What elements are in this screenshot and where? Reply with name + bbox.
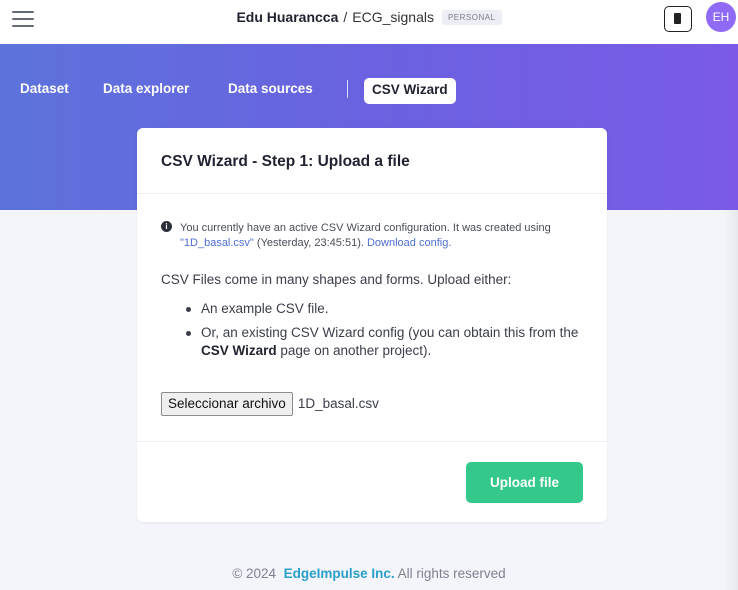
footer-copyright: © 2024 bbox=[232, 566, 277, 581]
selected-file-name: 1D_basal.csv bbox=[297, 396, 379, 411]
info-icon: i bbox=[161, 221, 172, 232]
avatar[interactable]: EH bbox=[706, 2, 736, 32]
personal-badge: PERSONAL bbox=[441, 10, 502, 25]
option-config-bold: CSV Wizard bbox=[201, 343, 277, 358]
option-example-csv: An example CSV file. bbox=[201, 301, 329, 316]
tab-data-explorer[interactable]: Data explorer bbox=[103, 81, 189, 96]
breadcrumb: Edu Huarancca / ECG_signals PERSONAL bbox=[0, 9, 738, 25]
footer: © 2024 EdgeImpulse Inc. All rights reser… bbox=[0, 566, 738, 581]
top-bar: Edu Huarancca / ECG_signals PERSONAL EH bbox=[0, 0, 738, 44]
notice-text-before: You currently have an active CSV Wizard … bbox=[180, 222, 551, 234]
notice-text: You currently have an active CSV Wizard … bbox=[161, 221, 581, 251]
list-item: An example CSV file. bbox=[161, 300, 591, 318]
chip-icon bbox=[674, 13, 681, 24]
upload-description: CSV Files come in many shapes and forms.… bbox=[161, 272, 512, 287]
file-input: Seleccionar archivo 1D_basal.csv bbox=[161, 392, 379, 416]
option-config-text: Or, an existing CSV Wizard config (you c… bbox=[201, 325, 579, 340]
footer-brand-link[interactable]: EdgeImpulse Inc. bbox=[284, 566, 395, 581]
notice-text-after: (Yesterday, 23:45:51). bbox=[253, 237, 367, 249]
tab-divider bbox=[347, 80, 348, 98]
divider bbox=[137, 441, 607, 442]
download-config-link[interactable]: Download config. bbox=[367, 237, 451, 249]
choose-file-button[interactable]: Seleccionar archivo bbox=[161, 392, 293, 416]
tab-data-sources[interactable]: Data sources bbox=[228, 81, 313, 96]
card-title: CSV Wizard - Step 1: Upload a file bbox=[161, 153, 410, 170]
footer-rights: All rights reserved bbox=[397, 566, 506, 581]
csv-wizard-card: CSV Wizard - Step 1: Upload a file i You… bbox=[137, 128, 607, 522]
breadcrumb-project[interactable]: ECG_signals bbox=[352, 9, 434, 25]
tab-bar: Dataset Data explorer Data sources CSV W… bbox=[0, 78, 738, 104]
breadcrumb-owner[interactable]: Edu Huarancca bbox=[236, 9, 338, 25]
active-config-notice: i You currently have an active CSV Wizar… bbox=[161, 221, 581, 251]
device-button[interactable] bbox=[664, 6, 692, 32]
notice-filename: "1D_basal.csv" bbox=[180, 237, 254, 249]
tab-csv-wizard[interactable]: CSV Wizard bbox=[364, 78, 456, 104]
breadcrumb-separator: / bbox=[343, 9, 348, 25]
scroll-edge-shadow bbox=[724, 210, 738, 590]
tab-dataset[interactable]: Dataset bbox=[20, 81, 69, 96]
bullet-icon bbox=[186, 331, 191, 336]
bullet-icon bbox=[186, 307, 191, 312]
list-item: Or, an existing CSV Wizard config (you c… bbox=[161, 324, 591, 360]
divider bbox=[137, 193, 607, 194]
upload-options-list: An example CSV file. Or, an existing CSV… bbox=[161, 300, 591, 366]
upload-file-button[interactable]: Upload file bbox=[466, 462, 583, 503]
option-config-text-after: page on another project). bbox=[276, 343, 432, 358]
